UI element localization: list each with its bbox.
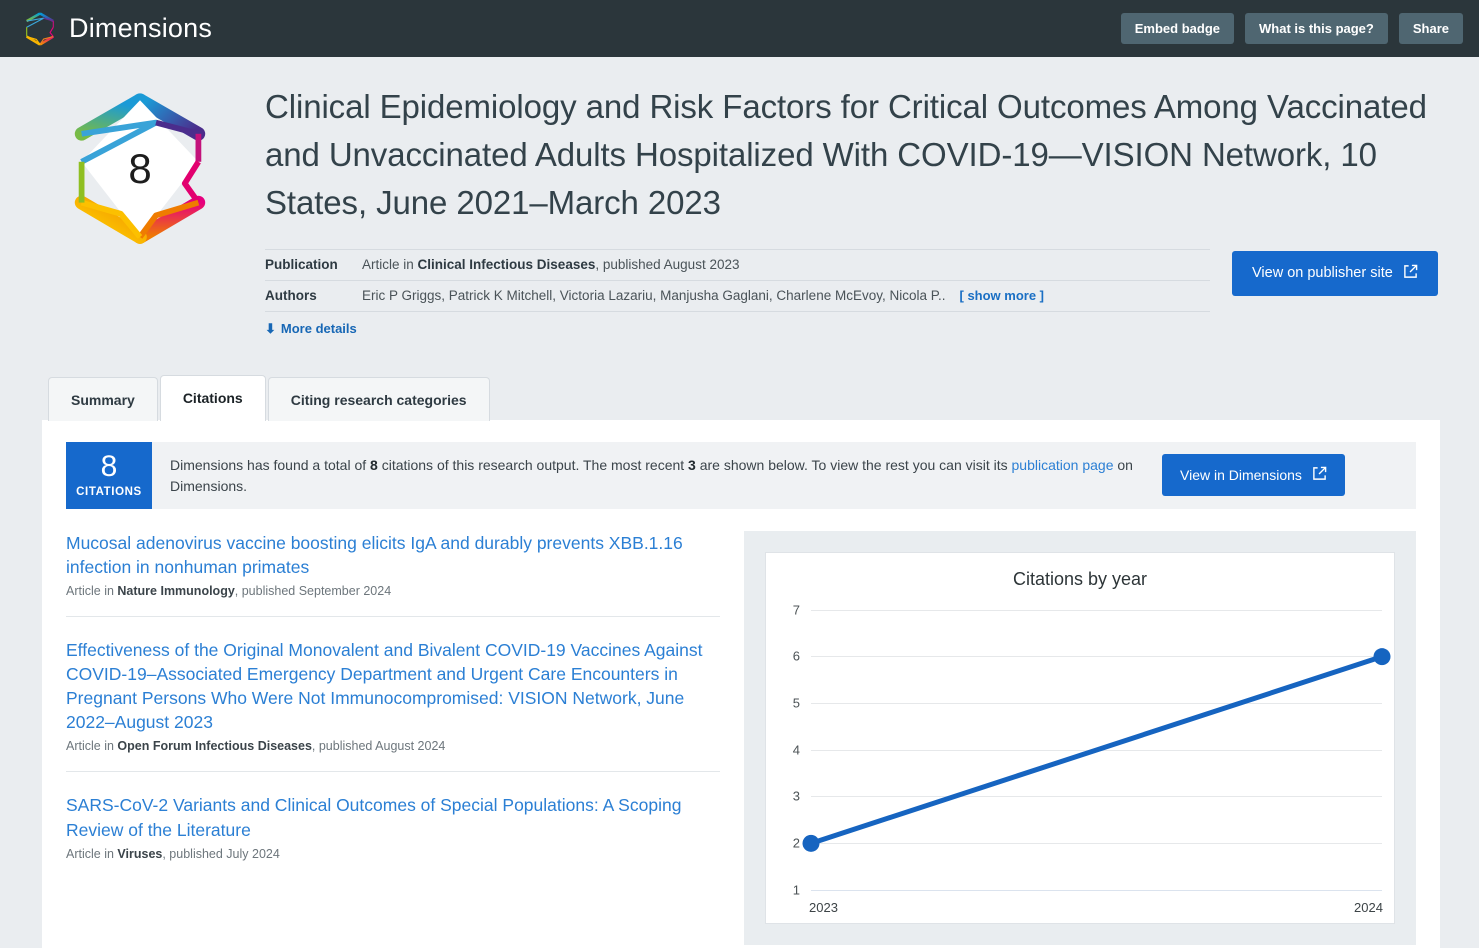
nav-actions: Embed badge What is this page? Share [1120, 0, 1463, 57]
source-journal: Viruses [117, 846, 163, 861]
external-link-icon [1312, 466, 1327, 484]
brand-name: Dimensions [69, 13, 213, 43]
list-item: Mucosal adenovirus vaccine boosting elic… [66, 531, 720, 616]
list-item: SARS-CoV-2 Variants and Clinical Outcome… [66, 771, 720, 878]
summary-text-part1: Dimensions has found a total of [170, 456, 371, 473]
publication-page-link[interactable]: publication page [1012, 457, 1114, 473]
top-navigation-bar: Dimensions Embed badge What is this page… [0, 0, 1479, 57]
list-item: Effectiveness of the Original Monovalent… [66, 615, 720, 772]
chart-data-point[interactable] [1373, 647, 1391, 665]
source-journal: Nature Immunology [117, 583, 235, 598]
more-details-toggle[interactable]: ⬇ More details [265, 321, 357, 337]
source-prefix: Article in [66, 739, 118, 754]
publication-meta-row: Publication Article in Clinical Infectio… [265, 248, 1439, 338]
dimensions-citation-badge[interactable]: 8 [60, 89, 220, 249]
publication-meta-table: Publication Article in Clinical Infectio… [265, 248, 1210, 338]
badge-citation-count: 8 [128, 145, 152, 192]
external-link-icon [1403, 264, 1418, 283]
publication-suffix: , published August 2023 [595, 256, 740, 272]
summary-text-part2: citations of this research output. The m… [377, 456, 689, 473]
summary-total: 8 [370, 456, 378, 473]
publication-header: 8 Clinical Epidemiology and Risk Factors… [0, 57, 1479, 338]
more-details-label: More details [280, 321, 357, 337]
citations-summary-text: Dimensions has found a total of 8 citati… [152, 442, 1162, 509]
source-journal: Open Forum Infectious Diseases [117, 739, 312, 754]
chart-plot-area: 7 6 5 4 3 2 1 2023 2024 [766, 553, 1394, 923]
authors-list: Eric P Griggs, Patrick K Mitchell, Victo… [362, 287, 946, 303]
view-in-dimensions-column: View in Dimensions [1162, 442, 1357, 509]
publication-journal: Clinical Infectious Diseases [417, 256, 596, 272]
tab-citations-label: Citations [182, 389, 243, 406]
citing-articles-list: Mucosal adenovirus vaccine boosting elic… [66, 531, 744, 945]
meta-row-publication: Publication Article in Clinical Infectio… [265, 248, 1210, 281]
publication-prefix: Article in [362, 256, 418, 272]
citations-count-label: CITATIONS [76, 485, 142, 498]
tab-summary[interactable]: Summary [48, 376, 158, 421]
citations-by-year-panel: Citations by year 7 6 5 4 3 2 1 2023 2024 [744, 530, 1416, 945]
summary-text-part3: are shown below. To view the rest you ca… [695, 456, 1012, 473]
tab-citations[interactable]: Citations [159, 374, 266, 421]
source-suffix: , published July 2024 [162, 846, 280, 861]
show-more-authors-link[interactable]: [ show more ] [960, 288, 1045, 303]
page-title: Clinical Epidemiology and Risk Factors f… [265, 88, 1427, 221]
meta-value-publication: Article in Clinical Infectious Diseases,… [362, 257, 1210, 272]
meta-value-authors: Eric P Griggs, Patrick K Mitchell, Victo… [362, 288, 1210, 303]
source-suffix: , published September 2024 [234, 583, 392, 598]
tab-bar: Summary Citations Citing research catego… [0, 374, 1479, 421]
citing-article-title[interactable]: SARS-CoV-2 Variants and Clinical Outcome… [66, 793, 720, 841]
citing-article-source: Article in Open Forum Infectious Disease… [66, 739, 720, 753]
what-is-this-page-button[interactable]: What is this page? [1245, 13, 1388, 44]
citations-summary-banner: 8 CITATIONS Dimensions has found a total… [66, 441, 1416, 509]
arrow-down-icon: ⬇ [265, 320, 276, 336]
brand[interactable]: Dimensions [22, 11, 212, 47]
citations-count-badge: 8 CITATIONS [66, 441, 152, 509]
chart-data-point[interactable] [802, 834, 820, 852]
publication-info: Clinical Epidemiology and Risk Factors f… [265, 83, 1439, 338]
share-button[interactable]: Share [1398, 13, 1463, 44]
chart-line-series [802, 647, 1391, 852]
meta-label-publication: Publication [265, 256, 338, 272]
summary-recent: 3 [688, 456, 696, 473]
view-in-dimensions-button[interactable]: View in Dimensions [1162, 454, 1345, 497]
source-suffix: , published August 2024 [311, 739, 446, 754]
meta-label-authors: Authors [265, 287, 317, 303]
source-prefix: Article in [66, 846, 118, 861]
meta-row-authors: Authors Eric P Griggs, Patrick K Mitchel… [265, 281, 1210, 312]
dimensions-hexagon-logo-icon [22, 11, 58, 47]
embed-badge-button[interactable]: Embed badge [1120, 13, 1235, 44]
badge-column: 8 [60, 83, 265, 338]
source-prefix: Article in [66, 583, 118, 598]
view-on-publisher-site-button[interactable]: View on publisher site [1232, 250, 1438, 296]
citations-by-year-chart: Citations by year 7 6 5 4 3 2 1 2023 2024 [765, 551, 1395, 924]
citing-article-title[interactable]: Mucosal adenovirus vaccine boosting elic… [66, 531, 720, 579]
view-in-dimensions-label: View in Dimensions [1180, 467, 1302, 484]
citing-article-source: Article in Nature Immunology, published … [66, 584, 720, 598]
citing-article-title[interactable]: Effectiveness of the Original Monovalent… [66, 638, 720, 735]
citations-content-columns: Mucosal adenovirus vaccine boosting elic… [66, 530, 1416, 945]
chart-column: Citations by year 7 6 5 4 3 2 1 2023 2024 [744, 530, 1416, 945]
tab-citing-research-categories[interactable]: Citing research categories [267, 376, 490, 421]
citing-article-source: Article in Viruses, published July 2024 [66, 847, 720, 861]
citations-panel: 8 CITATIONS Dimensions has found a total… [42, 419, 1440, 948]
view-on-publisher-site-label: View on publisher site [1252, 265, 1393, 282]
publisher-button-column: View on publisher site [1210, 249, 1438, 296]
citations-count-number: 8 [100, 449, 118, 483]
